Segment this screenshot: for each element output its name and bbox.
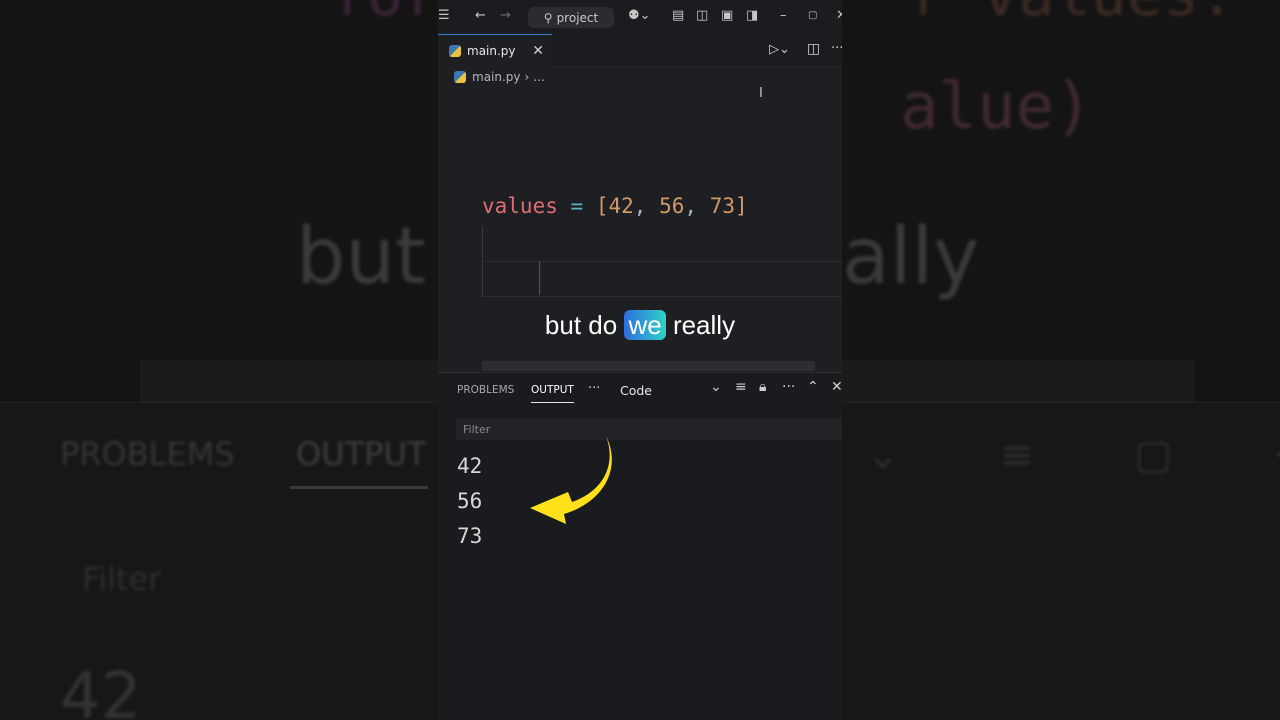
breadcrumb-symbol[interactable]: ... xyxy=(533,70,544,84)
panel-icon[interactable]: ▣ xyxy=(721,8,733,23)
back-arrow-icon[interactable]: ← xyxy=(475,8,486,23)
bg-output-value: 42 xyxy=(60,660,142,720)
bg-filter: Filter xyxy=(82,560,162,598)
horizontal-scrollbar[interactable] xyxy=(482,361,815,371)
title-bar: ☰ ← → ⚲ project ⚉⌄ ▤ ◫ ▣ ◨ – ▢ ✕ xyxy=(438,0,842,34)
bg-code-fragment: alue) xyxy=(900,70,1093,144)
more-icon[interactable]: ··· xyxy=(782,379,795,395)
minimize-icon[interactable]: – xyxy=(780,8,787,23)
output-line: 73 xyxy=(457,524,483,548)
bg-caption-right: ally xyxy=(842,212,980,302)
menu-icon[interactable]: ☰ xyxy=(438,8,450,23)
split-editor-icon[interactable]: ◫ xyxy=(807,41,820,57)
more-actions-icon[interactable]: ··· xyxy=(831,41,842,56)
breadcrumb-separator: › xyxy=(524,70,530,84)
editor-window: ☰ ← → ⚲ project ⚉⌄ ▤ ◫ ▣ ◨ – ▢ ✕ main.py… xyxy=(438,0,842,720)
output-panel: PROBLEMS OUTPUT ··· Code ⌄ ≡ 🔒︎ ··· ⌃ ✕ … xyxy=(438,372,842,720)
run-icon[interactable]: ▷⌄ xyxy=(769,42,790,57)
output-channel-select[interactable]: Code xyxy=(620,383,652,398)
panel-tabs: PROBLEMS OUTPUT ··· Code ⌄ ≡ 🔒︎ ··· ⌃ ✕ xyxy=(438,373,842,409)
lock-icon[interactable]: 🔒︎ xyxy=(759,379,766,395)
filter-input[interactable]: Filter xyxy=(456,418,842,440)
bg-code-top-left: for xyxy=(330,0,441,30)
maximize-panel-icon[interactable]: ⌃ xyxy=(807,379,819,395)
command-center-search[interactable]: ⚲ project xyxy=(528,7,614,28)
bg-tab-output: OUTPUT xyxy=(296,435,427,473)
sidebar-icon[interactable]: ◫ xyxy=(696,8,708,23)
breadcrumb: main.py › ... xyxy=(454,70,545,84)
output-line: 56 xyxy=(457,489,483,513)
close-window-icon[interactable]: ✕ xyxy=(836,8,842,23)
forward-arrow-icon[interactable]: → xyxy=(500,8,511,23)
copilot-icon[interactable]: ⚉⌄ xyxy=(628,8,651,23)
tab-main-py[interactable]: main.py ✕ xyxy=(438,34,552,67)
panel-more-icon[interactable]: ··· xyxy=(588,381,600,396)
tab-label: main.py xyxy=(467,44,516,58)
close-panel-icon[interactable]: ✕ xyxy=(831,379,842,395)
split-icon[interactable]: ◨ xyxy=(746,8,758,23)
tab-close-icon[interactable]: ✕ xyxy=(532,43,544,59)
tab-problems[interactable]: PROBLEMS xyxy=(457,384,514,396)
code-line-1: values = [42, 56, 73] xyxy=(482,194,748,218)
caption-text-before: but do xyxy=(544,310,618,340)
search-icon: ⚲ xyxy=(543,10,553,25)
breadcrumb-file[interactable]: main.py xyxy=(472,70,521,84)
bg-caption-left: but xyxy=(296,212,426,302)
video-caption: but do we really xyxy=(438,310,842,341)
tab-output[interactable]: OUTPUT xyxy=(531,384,574,403)
bg-tab-problems: PROBLEMS xyxy=(60,435,235,473)
text-cursor-icon: I xyxy=(759,86,763,101)
bg-code-top-right: r values: xyxy=(910,0,1235,30)
python-file-icon xyxy=(449,45,461,57)
editor-tabs: main.py ✕ ▷⌄ ◫ ··· xyxy=(438,34,842,67)
layout-icon[interactable]: ▤ xyxy=(672,8,684,23)
chevron-down-icon[interactable]: ⌄ xyxy=(710,379,722,395)
output-line: 42 xyxy=(457,454,483,478)
output-text: 42 56 73 xyxy=(457,449,482,554)
caption-highlight-word: we xyxy=(624,310,666,340)
clear-output-icon[interactable]: ≡ xyxy=(735,379,747,395)
maximize-icon[interactable]: ▢ xyxy=(808,10,817,21)
search-label: project xyxy=(556,10,599,25)
yellow-arrow-annotation xyxy=(530,436,612,524)
bg-panel-icons: ⌄ ≡ ▢ ··· ⌃ ✕ xyxy=(866,432,1280,478)
caption-text-after: really xyxy=(672,310,736,340)
python-file-icon xyxy=(454,71,466,83)
bg-tab-underline xyxy=(290,486,428,489)
